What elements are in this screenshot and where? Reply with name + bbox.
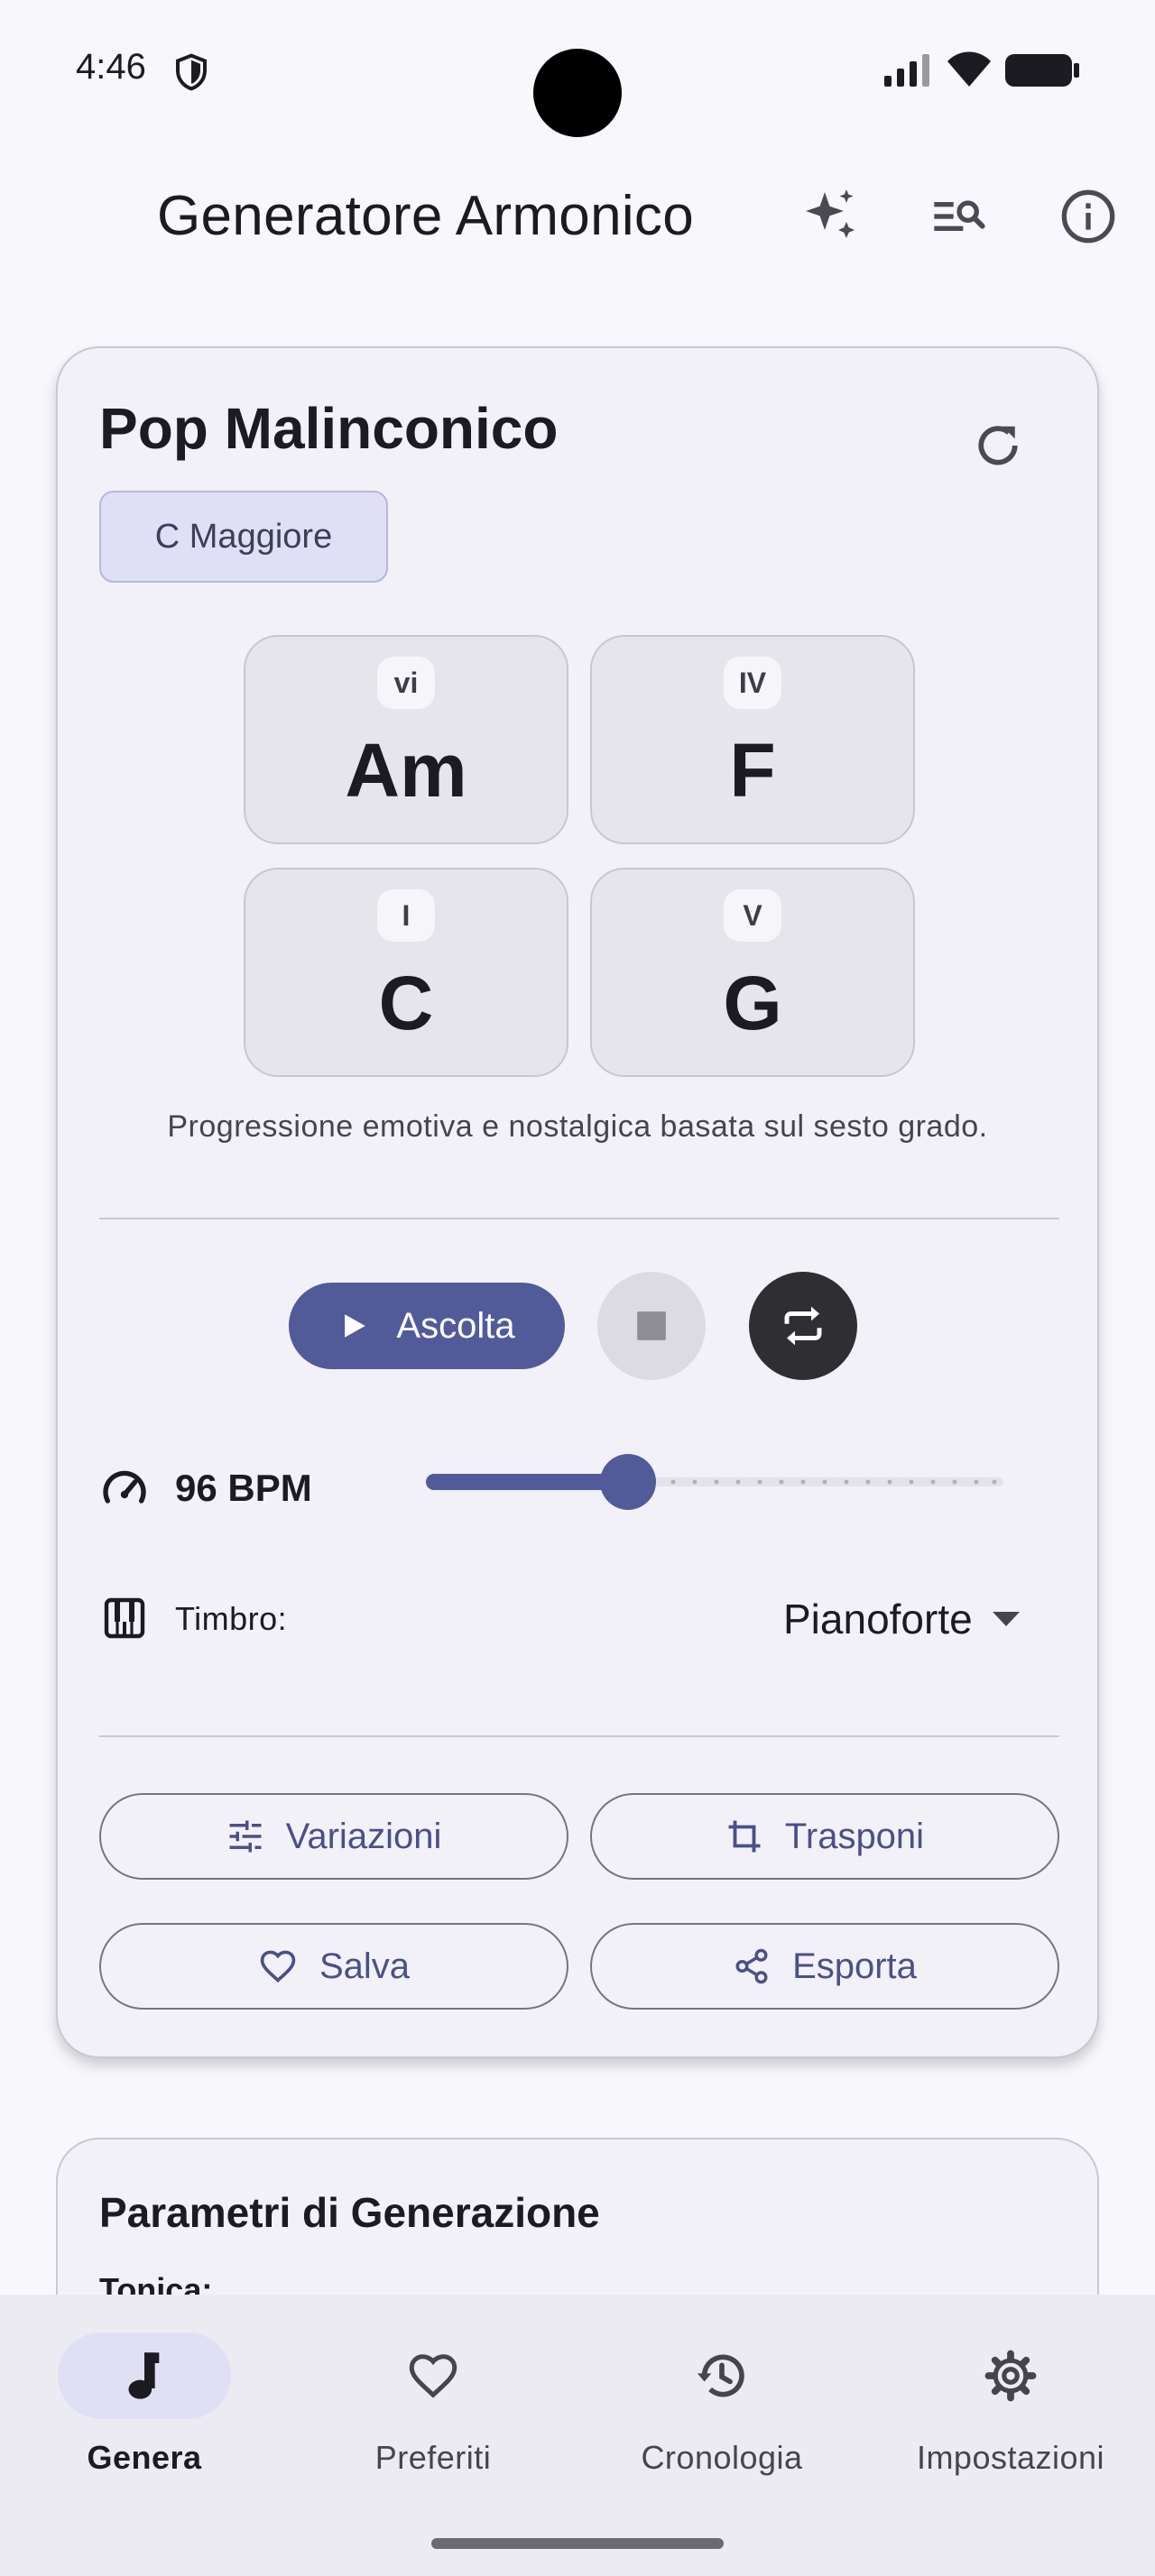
parameters-title: Parametri di Generazione bbox=[99, 2189, 600, 2236]
app-bar: Generatore Armonico bbox=[0, 162, 1155, 271]
export-button[interactable]: Esporta bbox=[590, 1923, 1059, 2010]
chord-degree: I bbox=[377, 889, 435, 942]
nav-label: Cronologia bbox=[641, 2439, 803, 2476]
info-button[interactable] bbox=[1056, 184, 1121, 249]
chord-degree: IV bbox=[724, 657, 781, 709]
divider bbox=[99, 1735, 1059, 1737]
gear-icon bbox=[984, 2350, 1037, 2402]
nav-label: Impostazioni bbox=[916, 2439, 1105, 2476]
nav-item-impostazioni[interactable]: Impostazioni bbox=[866, 2332, 1155, 2495]
progression-description: Progressione emotiva e nostalgica basata… bbox=[167, 1109, 988, 1144]
history-icon bbox=[697, 2354, 744, 2397]
export-label: Esporta bbox=[792, 1946, 917, 1986]
bottom-navigation: Genera Preferiti Cronologia Impostazioni bbox=[0, 2295, 1155, 2576]
crop-transpose-icon bbox=[728, 1820, 761, 1853]
stop-icon bbox=[637, 1311, 666, 1340]
nav-indicator bbox=[346, 2332, 520, 2419]
transpose-label: Trasponi bbox=[784, 1816, 925, 1856]
chord-card[interactable]: I C bbox=[244, 868, 568, 1077]
wifi-icon bbox=[946, 51, 993, 88]
sparkles-button[interactable] bbox=[798, 184, 863, 249]
stop-button[interactable] bbox=[597, 1272, 706, 1380]
nav-indicator bbox=[635, 2332, 808, 2419]
manage-search-icon bbox=[934, 200, 985, 231]
regenerate-button[interactable] bbox=[962, 409, 1034, 482]
timbre-value: Pianoforte bbox=[783, 1596, 973, 1642]
status-bar: 4:46 bbox=[0, 0, 1155, 144]
heart-icon bbox=[260, 1950, 296, 1983]
sparkles-icon bbox=[806, 189, 855, 238]
refresh-icon bbox=[978, 426, 1018, 465]
variations-label: Variazioni bbox=[285, 1816, 442, 1856]
battery-icon bbox=[1005, 52, 1081, 88]
transpose-button[interactable]: Trasponi bbox=[590, 1793, 1059, 1880]
repeat-icon bbox=[784, 1306, 822, 1346]
heart-icon bbox=[409, 2354, 457, 2398]
signal-icon bbox=[882, 52, 933, 88]
play-label: Ascolta bbox=[396, 1305, 515, 1346]
status-time: 4:46 bbox=[76, 47, 146, 87]
nav-item-preferiti[interactable]: Preferiti bbox=[289, 2332, 578, 2495]
timbre-dropdown[interactable]: Pianoforte bbox=[783, 1587, 1054, 1651]
info-icon bbox=[1061, 189, 1115, 244]
loop-button[interactable] bbox=[749, 1272, 857, 1380]
chord-card[interactable]: IV F bbox=[590, 635, 915, 844]
nav-item-cronologia[interactable]: Cronologia bbox=[578, 2332, 866, 2495]
chord-name: F bbox=[729, 728, 776, 813]
progression-title: Pop Malinconico bbox=[99, 396, 559, 461]
tune-icon bbox=[229, 1820, 262, 1853]
app-title: Generatore Armonico bbox=[157, 185, 695, 247]
save-button[interactable]: Salva bbox=[99, 1923, 568, 2010]
tempo-slider[interactable] bbox=[426, 1441, 1003, 1523]
save-label: Salva bbox=[319, 1946, 411, 1986]
chord-card[interactable]: vi Am bbox=[244, 635, 568, 844]
share-icon bbox=[735, 1948, 768, 1984]
nav-item-genera[interactable]: Genera bbox=[0, 2332, 289, 2495]
divider bbox=[99, 1218, 1059, 1219]
chord-degree: vi bbox=[377, 657, 435, 709]
camera-cutout bbox=[533, 49, 622, 137]
music-note-icon bbox=[128, 2352, 160, 2399]
chord-name: C bbox=[378, 961, 434, 1045]
nav-indicator bbox=[924, 2332, 1097, 2419]
play-icon bbox=[345, 1314, 366, 1338]
search-list-button[interactable] bbox=[926, 184, 991, 249]
bpm-label: 96 BPM bbox=[175, 1467, 312, 1509]
piano-icon bbox=[103, 1596, 146, 1640]
chord-degree: V bbox=[724, 889, 781, 942]
timbre-label: Timbro: bbox=[175, 1600, 288, 1637]
dropdown-arrow-icon bbox=[992, 1612, 1020, 1626]
slider-track-active bbox=[426, 1474, 628, 1490]
chord-name: G bbox=[723, 961, 782, 1045]
home-indicator bbox=[431, 2538, 724, 2549]
chord-card[interactable]: V G bbox=[590, 868, 915, 1077]
chord-name: Am bbox=[345, 728, 467, 813]
slider-thumb[interactable] bbox=[600, 1454, 656, 1510]
speed-icon bbox=[99, 1463, 150, 1513]
shield-icon bbox=[173, 52, 209, 92]
nav-label: Preferiti bbox=[374, 2439, 492, 2476]
variations-button[interactable]: Variazioni bbox=[99, 1793, 568, 1880]
play-button[interactable]: Ascolta bbox=[289, 1283, 565, 1369]
progression-card: Pop Malinconico C Maggiore vi Am IV F I … bbox=[56, 346, 1099, 2058]
key-chip[interactable]: C Maggiore bbox=[99, 491, 388, 583]
nav-indicator bbox=[58, 2332, 231, 2419]
nav-label: Genera bbox=[87, 2439, 202, 2476]
key-label: C Maggiore bbox=[154, 517, 333, 556]
